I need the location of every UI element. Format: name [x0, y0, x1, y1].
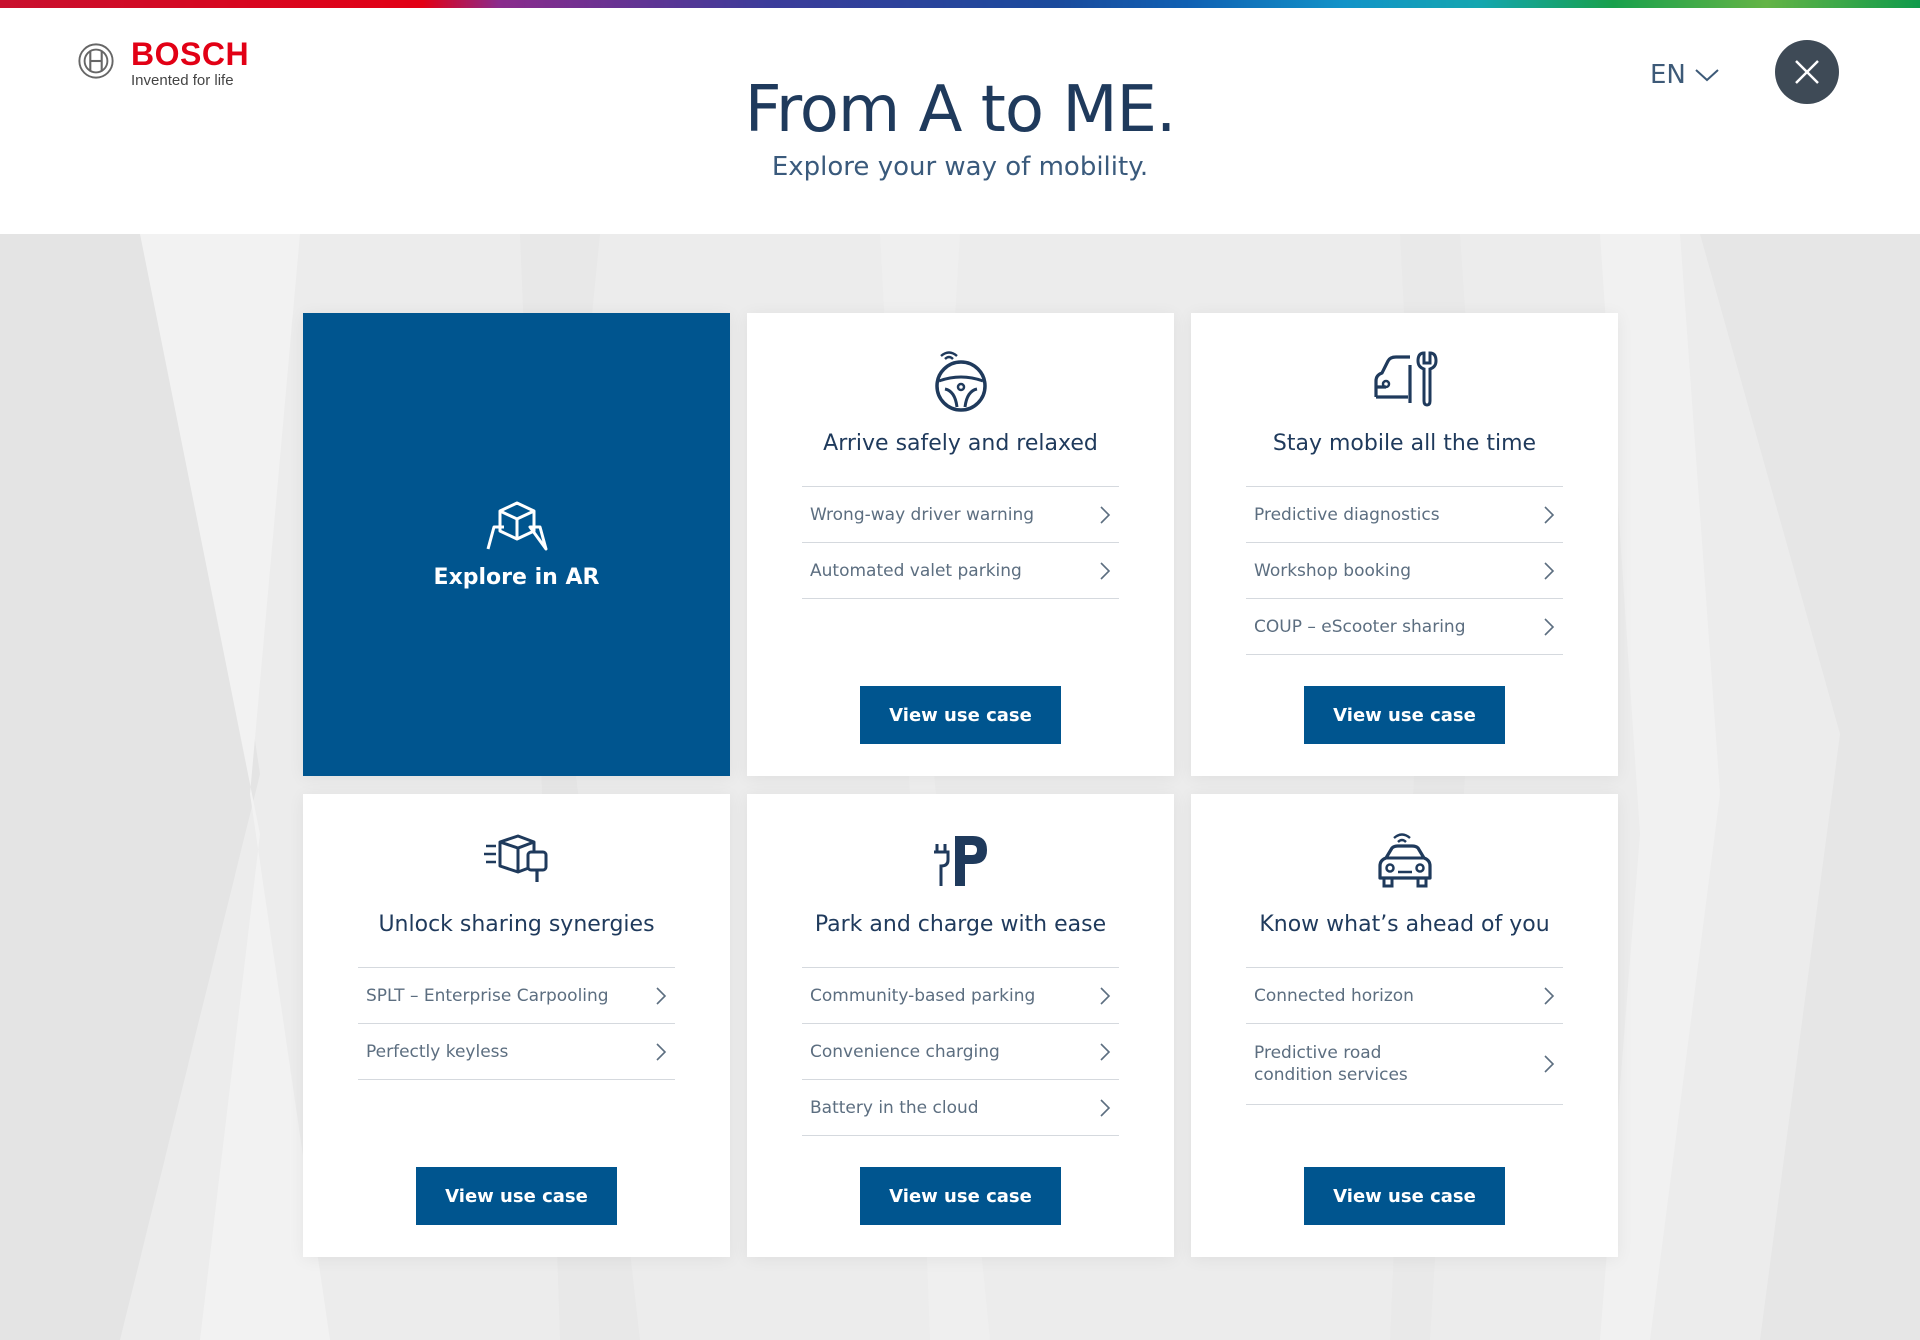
use-case-card-sharing-synergies: Unlock sharing synergies SPLT – Enterpri…: [303, 794, 730, 1257]
list-item-link[interactable]: Predictive road condition services: [1246, 1024, 1563, 1105]
list-item-label: Connected horizon: [1254, 985, 1414, 1006]
list-item-link[interactable]: Connected horizon: [1246, 968, 1563, 1024]
view-use-case-button[interactable]: View use case: [1304, 686, 1505, 744]
chevron-right-icon: [656, 1042, 667, 1061]
language-selector[interactable]: EN: [1650, 60, 1720, 90]
chevron-right-icon: [1100, 505, 1111, 524]
card-link-list: SPLT – Enterprise Carpooling Perfectly k…: [358, 967, 675, 1080]
list-item-link[interactable]: Workshop booking: [1246, 543, 1563, 599]
ar-card-label: Explore in AR: [433, 565, 600, 590]
view-use-case-button[interactable]: View use case: [860, 1167, 1061, 1225]
ar-box-icon: [486, 501, 547, 551]
chevron-right-icon: [1100, 561, 1111, 580]
list-item-label: Perfectly keyless: [366, 1041, 509, 1062]
card-title: Know what’s ahead of you: [1259, 912, 1550, 937]
chevron-down-icon: [1695, 69, 1719, 82]
chevron-right-icon: [1544, 505, 1555, 524]
view-use-case-button[interactable]: View use case: [416, 1167, 617, 1225]
list-item-label: COUP – eScooter sharing: [1254, 616, 1466, 637]
chevron-right-icon: [1100, 986, 1111, 1005]
page-header: BOSCH Invented for life From A to ME. Ex…: [0, 8, 1920, 234]
car-wrench-icon: [1373, 351, 1438, 407]
card-link-list: Wrong-way driver warning Automated valet…: [802, 486, 1119, 599]
list-item-label: Predictive diagnostics: [1254, 504, 1440, 525]
list-item-label: Battery in the cloud: [810, 1097, 979, 1118]
close-button[interactable]: [1775, 40, 1839, 104]
card-title: Stay mobile all the time: [1272, 431, 1537, 456]
list-item-link[interactable]: SPLT – Enterprise Carpooling: [358, 968, 675, 1024]
chevron-right-icon: [656, 986, 667, 1005]
card-title: Arrive safely and relaxed: [823, 431, 1098, 456]
explore-in-ar-card[interactable]: Explore in AR: [303, 313, 730, 776]
use-case-card-know-ahead: Know what’s ahead of you Connected horiz…: [1191, 794, 1618, 1257]
chevron-right-icon: [1544, 561, 1555, 580]
list-item-link[interactable]: Predictive diagnostics: [1246, 487, 1563, 543]
use-case-card-stay-mobile: Stay mobile all the time Predictive diag…: [1191, 313, 1618, 776]
list-item-label: Convenience charging: [810, 1041, 1000, 1062]
view-use-case-button[interactable]: View use case: [1304, 1167, 1505, 1225]
use-case-grid: Explore in AR Arrive safely and relaxed …: [303, 313, 1618, 1258]
chevron-right-icon: [1100, 1098, 1111, 1117]
list-item-label: Workshop booking: [1254, 560, 1412, 581]
card-link-list: Predictive diagnostics Workshop booking …: [1246, 486, 1563, 655]
list-item-label: Automated valet parking: [810, 560, 1022, 581]
package-key-icon: [483, 834, 547, 882]
brand-name: BOSCH: [131, 36, 250, 72]
list-item-link[interactable]: Wrong-way driver warning: [802, 487, 1119, 543]
language-code: EN: [1650, 60, 1686, 90]
list-item-link[interactable]: Perfectly keyless: [358, 1024, 675, 1080]
card-link-list: Connected horizon Predictive road condit…: [1246, 967, 1563, 1105]
list-item-label: Wrong-way driver warning: [810, 504, 1035, 525]
list-item-label: Community-based parking: [810, 985, 1036, 1006]
card-title: Unlock sharing synergies: [378, 912, 655, 937]
list-item-label: SPLT – Enterprise Carpooling: [366, 985, 609, 1006]
brand-color-strip: [0, 0, 1920, 8]
chevron-right-icon: [1544, 1055, 1555, 1073]
page-subtitle: Explore your way of mobility.: [771, 152, 1149, 182]
list-item-link[interactable]: COUP – eScooter sharing: [1246, 599, 1563, 655]
list-item-label: Predictive road condition services: [1254, 1043, 1408, 1085]
chevron-right-icon: [1544, 986, 1555, 1005]
list-item-link[interactable]: Community-based parking: [802, 968, 1119, 1024]
card-link-list: Community-based parking Convenience char…: [802, 967, 1119, 1136]
connected-car-icon: [1377, 833, 1432, 888]
chevron-right-icon: [1100, 1042, 1111, 1061]
close-icon: [1795, 60, 1819, 84]
list-item-link[interactable]: Automated valet parking: [802, 543, 1119, 599]
list-item-link[interactable]: Battery in the cloud: [802, 1080, 1119, 1136]
page-title: From A to ME.: [744, 73, 1177, 147]
view-use-case-button[interactable]: View use case: [860, 686, 1061, 744]
use-case-card-arrive-safely: Arrive safely and relaxed Wrong-way driv…: [747, 313, 1174, 776]
chevron-right-icon: [1544, 617, 1555, 636]
hero-title-block: From A to ME. Explore your way of mobili…: [0, 70, 1920, 182]
connected-steering-wheel-icon: [934, 351, 987, 412]
use-case-card-park-charge: Park and charge with ease Community-base…: [747, 794, 1174, 1257]
parking-charge-icon: [933, 836, 987, 886]
list-item-link[interactable]: Convenience charging: [802, 1024, 1119, 1080]
card-title: Park and charge with ease: [814, 912, 1107, 937]
